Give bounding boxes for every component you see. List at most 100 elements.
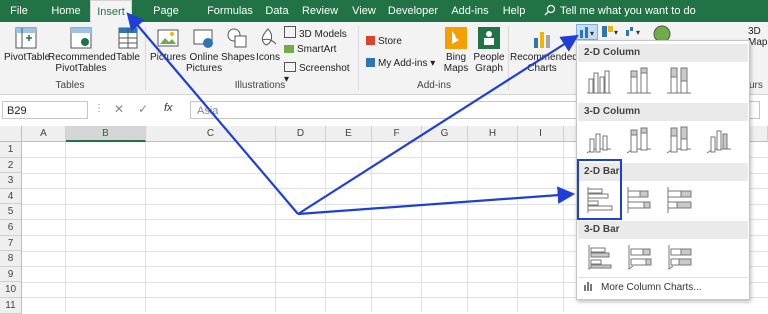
gallery-section-2d-column: 2-D Column bbox=[578, 44, 748, 62]
insert-function-button[interactable]: fx bbox=[164, 102, 173, 114]
stacked-column-icon[interactable] bbox=[625, 65, 653, 95]
recommended-pivottables-icon bbox=[70, 27, 92, 49]
3d-map-button[interactable]: 3D Map bbox=[748, 26, 768, 48]
waterfall-chart-button[interactable]: ▾ bbox=[624, 24, 646, 40]
gallery-section-3d-column: 3-D Column bbox=[578, 103, 748, 121]
smartart-icon bbox=[284, 45, 294, 53]
icons-icon bbox=[261, 28, 277, 46]
row-header[interactable]: 8 bbox=[0, 251, 22, 267]
pivottable-label: PivotTable bbox=[4, 52, 51, 63]
recommended-charts-button[interactable]: Recommended Charts bbox=[510, 26, 578, 74]
tell-me-search[interactable]: Tell me what you want to do bbox=[544, 0, 696, 22]
tab-review[interactable]: Review bbox=[300, 0, 340, 22]
column-header[interactable]: D bbox=[276, 126, 326, 142]
row-header[interactable]: 2 bbox=[0, 157, 22, 174]
100-stacked-column-icon[interactable] bbox=[665, 65, 693, 95]
bing-maps-icon bbox=[445, 27, 467, 49]
pictures-button[interactable]: Pictures bbox=[150, 26, 186, 63]
pivottable-icon bbox=[15, 27, 37, 49]
shapes-button[interactable]: Shapes bbox=[221, 26, 255, 63]
column-header[interactable]: G bbox=[422, 126, 468, 142]
icons-button[interactable]: Icons bbox=[254, 26, 282, 63]
gallery-section-3d-bar: 3-D Bar bbox=[578, 221, 748, 239]
3d-models-button[interactable]: 3D Models bbox=[284, 26, 350, 40]
3d-stacked-bar-icon[interactable] bbox=[625, 243, 653, 273]
more-column-charts-link[interactable]: More Column Charts... bbox=[583, 281, 702, 293]
row-header[interactable]: 9 bbox=[0, 266, 22, 283]
3d-models-label: 3D Models bbox=[299, 29, 347, 40]
my-addins-button[interactable]: My Add-ins ▾ bbox=[366, 58, 438, 69]
tab-insert[interactable]: Insert bbox=[90, 0, 132, 24]
tab-home[interactable]: Home bbox=[44, 0, 88, 22]
3d-100-stacked-column-icon[interactable] bbox=[665, 125, 693, 155]
bing-maps-label-1: Bing bbox=[445, 52, 466, 63]
bing-maps-button[interactable]: Bing Maps bbox=[442, 26, 470, 74]
grid-line bbox=[275, 142, 276, 312]
illustrations-group-label: Illustrations bbox=[234, 80, 286, 91]
pictures-icon bbox=[157, 29, 179, 47]
hierarchy-chart-button[interactable]: ▾ bbox=[600, 24, 622, 40]
tab-add-ins[interactable]: Add-ins bbox=[448, 0, 492, 22]
3d-column-icon[interactable] bbox=[705, 125, 733, 155]
row-header[interactable]: 4 bbox=[0, 188, 22, 205]
pictures-label: Pictures bbox=[150, 52, 187, 63]
group-separator bbox=[508, 26, 509, 90]
people-graph-button[interactable]: People Graph bbox=[473, 26, 505, 74]
recommended-charts-label-2: Charts bbox=[527, 63, 557, 74]
clustered-column-icon[interactable] bbox=[585, 65, 613, 95]
icons-label: Icons bbox=[256, 52, 280, 63]
tab-data[interactable]: Data bbox=[262, 0, 292, 22]
recommended-pivottables-button[interactable]: Recommended PivotTables bbox=[48, 26, 116, 74]
column-header[interactable]: C bbox=[146, 126, 276, 142]
smartart-label: SmartArt bbox=[297, 44, 337, 55]
tab-file[interactable]: File bbox=[4, 0, 34, 22]
cancel-icon[interactable]: ✕ bbox=[114, 102, 124, 116]
table-button[interactable]: Table bbox=[114, 26, 142, 63]
online-pictures-button[interactable]: Online Pictures bbox=[186, 26, 222, 74]
row-header[interactable]: 5 bbox=[0, 204, 22, 220]
smartart-button[interactable]: SmartArt bbox=[284, 44, 350, 55]
svg-text:▾: ▾ bbox=[636, 28, 640, 37]
online-pictures-label-2: Pictures bbox=[186, 63, 223, 74]
tab-developer[interactable]: Developer bbox=[386, 0, 440, 22]
column-header[interactable]: I bbox=[518, 126, 564, 142]
3d-clustered-column-icon[interactable] bbox=[585, 125, 613, 155]
row-header[interactable]: 3 bbox=[0, 173, 22, 189]
pivottable-button[interactable]: PivotTable bbox=[4, 26, 51, 63]
tab-page-layout[interactable]: Page Layout bbox=[136, 0, 196, 39]
100-stacked-bar-icon[interactable] bbox=[665, 185, 693, 215]
screenshot-icon bbox=[284, 62, 296, 72]
row-header[interactable]: 10 bbox=[0, 282, 22, 298]
grid-line bbox=[325, 142, 326, 312]
3d-stacked-column-icon[interactable] bbox=[625, 125, 653, 155]
svg-text:▾: ▾ bbox=[590, 29, 594, 38]
grid-line bbox=[517, 142, 518, 312]
tab-formulas[interactable]: Formulas bbox=[204, 0, 256, 22]
enter-icon[interactable]: ✓ bbox=[138, 102, 148, 116]
column-header[interactable]: A bbox=[22, 126, 66, 142]
row-header[interactable]: 6 bbox=[0, 220, 22, 236]
3d-map-label-1: 3D bbox=[748, 26, 761, 37]
select-all-corner[interactable] bbox=[0, 126, 22, 142]
tab-view[interactable]: View bbox=[348, 0, 380, 22]
3d-clustered-bar-icon[interactable] bbox=[585, 243, 613, 273]
grid-line bbox=[371, 142, 372, 312]
addins-icon bbox=[366, 58, 375, 67]
column-header[interactable]: B bbox=[66, 126, 146, 142]
store-icon bbox=[366, 36, 375, 45]
column-header[interactable]: F bbox=[372, 126, 422, 142]
svg-text:▾: ▾ bbox=[614, 28, 618, 37]
stacked-bar-icon[interactable] bbox=[625, 185, 653, 215]
column-chart-dropdown-button[interactable]: ▾ bbox=[576, 24, 598, 40]
row-header[interactable]: 1 bbox=[0, 142, 22, 158]
name-box[interactable]: B29 bbox=[2, 101, 88, 119]
people-graph-label-2: Graph bbox=[475, 63, 503, 74]
column-header[interactable]: H bbox=[468, 126, 518, 142]
3d-100-stacked-bar-icon[interactable] bbox=[665, 243, 693, 273]
column-header[interactable]: E bbox=[326, 126, 372, 142]
tab-help[interactable]: Help bbox=[500, 0, 528, 22]
row-header[interactable]: 7 bbox=[0, 235, 22, 252]
row-header[interactable]: 11 bbox=[0, 298, 22, 314]
store-button[interactable]: Store bbox=[366, 36, 416, 47]
ribbon-tab-bar: File Home Insert Page Layout Formulas Da… bbox=[0, 0, 768, 39]
